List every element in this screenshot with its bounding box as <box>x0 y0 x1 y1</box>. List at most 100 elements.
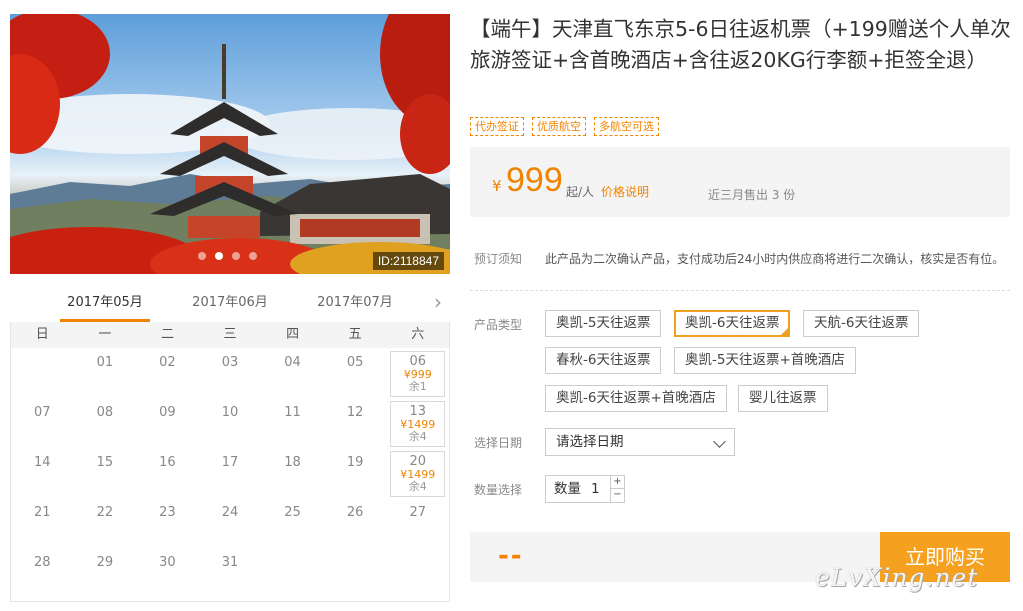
calendar-day: 08 <box>74 398 137 448</box>
tab-month-may[interactable]: 2017年05月 <box>60 288 150 322</box>
calendar-day: 03 <box>199 348 262 398</box>
carousel-dots[interactable] <box>198 252 257 260</box>
day-number: 18 <box>284 455 301 470</box>
calendar-day-empty <box>386 548 449 598</box>
type-option-spring-6day[interactable]: 春秋-6天往返票 <box>545 347 662 374</box>
minus-icon[interactable]: − <box>610 489 624 502</box>
product-title: 【端午】天津直飞东京5-6日往返机票（+199赠送个人单次旅游签证+含首晚酒店+… <box>470 17 1011 72</box>
price-amount: 999 <box>506 161 563 199</box>
tag-airline-quality: 优质航空 <box>532 117 586 136</box>
notice-text: 此产品为二次确认产品，支付成功后24小时内供应商将进行二次确认，核实是否有位。 <box>545 252 1005 266</box>
calendar-day-available[interactable]: 20 ¥1499 余4 <box>390 451 445 497</box>
date-select-value: 请选择日期 <box>556 434 624 450</box>
carousel-dot[interactable] <box>249 252 257 260</box>
calendar-day: 01 <box>74 348 137 398</box>
day-number: 10 <box>221 405 239 420</box>
chevron-down-icon <box>713 435 726 448</box>
day-number: 16 <box>159 455 176 470</box>
type-option-infant[interactable]: 婴儿往返票 <box>738 385 828 412</box>
calendar-day: 23 <box>136 498 199 548</box>
calendar-day: 30 <box>136 548 199 598</box>
date-label: 选择日期 <box>474 436 523 450</box>
day-number: 24 <box>221 505 239 520</box>
price-calendar: 日 一 二 三 四 五 六 01 02 03 04 05 06 ¥999 余1 07 08 09 10… <box>10 322 450 602</box>
calendar-day: 04 <box>261 348 324 398</box>
calendar-day: 24 <box>199 498 262 548</box>
quantity-field-label: 数量 <box>554 481 581 497</box>
month-tabs: 2017年05月 2017年06月 2017年07月 › <box>10 288 450 322</box>
day-remaining: 余4 <box>408 480 427 493</box>
calendar-day-empty <box>261 548 324 598</box>
day-number: 03 <box>221 355 239 370</box>
quantity-stepper[interactable]: 数量 1 + − <box>545 475 625 503</box>
type-option-okay-5day[interactable]: 奥凯-5天往返票 <box>545 310 662 337</box>
calendar-day-available[interactable]: 06 ¥999 余1 <box>390 351 445 397</box>
calendar-day: 10 <box>199 398 262 448</box>
pagoda-scene <box>10 14 450 274</box>
plus-icon[interactable]: + <box>610 476 624 489</box>
day-number: 11 <box>284 405 301 420</box>
day-number: 04 <box>284 355 301 370</box>
price-note-link[interactable]: 价格说明 <box>601 183 649 200</box>
day-number: 12 <box>346 405 364 420</box>
quantity-label: 数量选择 <box>474 483 523 497</box>
calendar-day: 15 <box>74 448 137 498</box>
calendar-day: 16 <box>136 448 199 498</box>
calendar-day: 12 <box>324 398 387 448</box>
date-select[interactable]: 请选择日期 <box>545 428 735 456</box>
calendar-day: 19 <box>324 448 387 498</box>
price-box: ¥ 999 起/人 价格说明 近三月售出 3 份 <box>470 147 1010 217</box>
day-number: 20 <box>409 454 426 469</box>
weekday-sun: 日 <box>35 327 49 342</box>
calendar-day: 28 <box>11 548 74 598</box>
photo-id-label: ID:2118847 <box>372 252 444 270</box>
day-number: 27 <box>409 505 426 520</box>
day-number: 30 <box>159 555 176 570</box>
weekday-fri: 五 <box>348 327 362 342</box>
chevron-right-icon[interactable]: › <box>434 292 442 312</box>
carousel-dot[interactable] <box>232 252 240 260</box>
feature-tags: 代办签证 优质航空 多航空可选 <box>470 117 659 136</box>
weekday-tue: 二 <box>160 327 174 342</box>
type-option-okay-6day[interactable]: 奥凯-6天往返票 <box>674 310 791 337</box>
divider <box>470 290 1010 291</box>
day-number: 07 <box>34 405 51 420</box>
weekday-header: 日 一 二 三 四 五 六 <box>11 322 449 348</box>
quantity-value[interactable]: 1 <box>591 476 600 502</box>
calendar-day-empty <box>324 548 387 598</box>
tab-month-july[interactable]: 2017年07月 <box>310 288 400 322</box>
day-number: 28 <box>34 555 51 570</box>
type-option-tianhang-6day[interactable]: 天航-6天往返票 <box>803 310 920 337</box>
tag-visa: 代办签证 <box>470 117 524 136</box>
sold-count: 近三月售出 3 份 <box>708 188 796 202</box>
day-number: 17 <box>221 455 239 470</box>
calendar-day: 21 <box>11 498 74 548</box>
carousel-dot[interactable] <box>198 252 206 260</box>
calendar-day-empty <box>11 348 74 398</box>
weekday-sat: 六 <box>411 327 425 342</box>
calendar-day: 05 <box>324 348 387 398</box>
day-number: 21 <box>34 505 51 520</box>
carousel-dot-active[interactable] <box>215 252 223 260</box>
type-option-okay-5day-hotel[interactable]: 奥凯-5天往返票+首晚酒店 <box>674 347 856 374</box>
day-number: 22 <box>96 505 114 520</box>
price-unit: 起/人 <box>566 185 595 199</box>
day-number: 31 <box>221 555 239 570</box>
product-photo: ID:2118847 <box>10 14 450 274</box>
calendar-day: 09 <box>136 398 199 448</box>
calendar-day-available[interactable]: 13 ¥1499 余4 <box>390 401 445 447</box>
calendar-day: 31 <box>199 548 262 598</box>
watermark-logo: eLvXing.net <box>815 563 979 592</box>
day-number: 26 <box>346 505 364 520</box>
weekday-thu: 四 <box>286 327 300 342</box>
calendar-day: 22 <box>74 498 137 548</box>
day-number: 14 <box>34 455 51 470</box>
total-price: -- <box>498 541 524 571</box>
calendar-day: 27 <box>386 498 449 548</box>
day-number: 08 <box>96 405 114 420</box>
weekday-wed: 三 <box>223 327 237 342</box>
day-number: 09 <box>159 405 176 420</box>
type-option-okay-6day-hotel[interactable]: 奥凯-6天往返票+首晚酒店 <box>545 385 727 412</box>
calendar-day: 07 <box>11 398 74 448</box>
tab-month-june[interactable]: 2017年06月 <box>185 288 275 322</box>
